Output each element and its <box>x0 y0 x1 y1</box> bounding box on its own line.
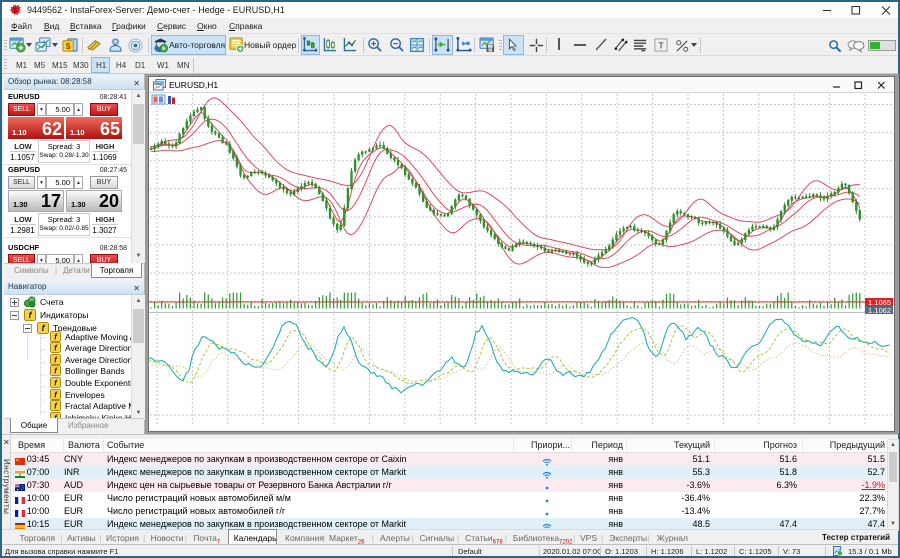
svg-text:T: T <box>658 40 663 50</box>
svg-text:$: $ <box>66 41 71 51</box>
